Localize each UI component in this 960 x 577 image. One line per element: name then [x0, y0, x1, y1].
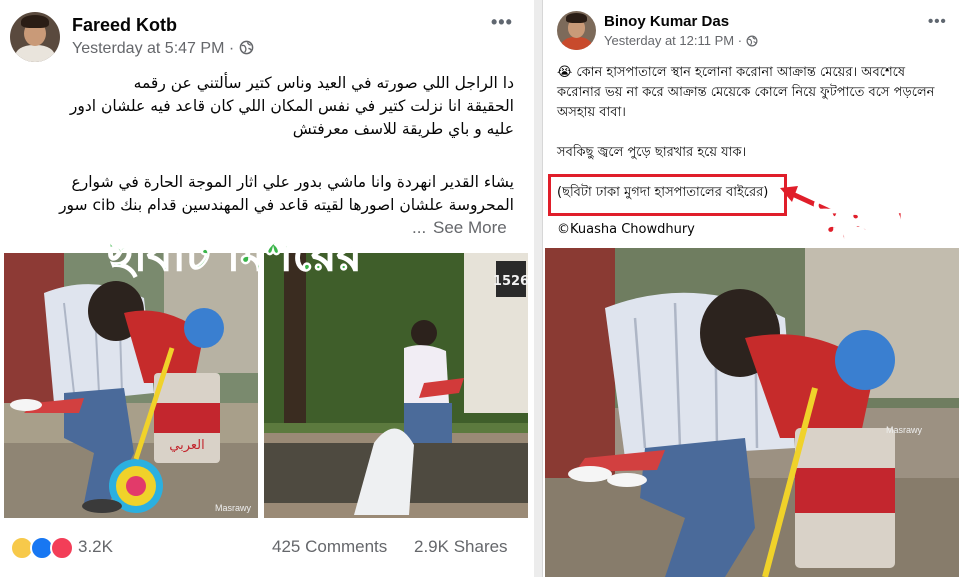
post-text-line-1: دا الراجل اللي صورته في العيد وناس كتير …: [133, 74, 514, 92]
post-text-line-3: অসহায় বাবা।: [557, 105, 626, 120]
post-menu-button[interactable]: •••: [491, 12, 513, 33]
sign-number: 1526: [493, 274, 528, 289]
post-photo[interactable]: [545, 248, 959, 577]
post-divider: [534, 0, 542, 577]
author-name[interactable]: Fareed Kotb: [72, 15, 177, 36]
post-text-line-1: 😭 কোন হাসপাতালে স্থান হলোনা করোনা আক্রান…: [557, 63, 952, 83]
reaction-count[interactable]: 3.2K: [78, 537, 113, 557]
post-text-line-4: সবকিছু জ্বলে পুড়ে ছারখার হয়ে যাক।: [557, 145, 747, 160]
false-claim-overlay-label: মিথ্যা: [811, 197, 908, 252]
bag-label: العربي: [169, 438, 204, 453]
origin-overlay-label: ছবিটি মিশরের: [106, 227, 363, 282]
post-text-line-5: المحروسة علشان اصورها لقيته قاعد في المه…: [59, 196, 514, 214]
author-name[interactable]: Binoy Kumar Das: [604, 13, 729, 30]
post-text-line-2: করোনার ভয় না করে আক্রান্ত মেয়েকে কোলে …: [557, 85, 935, 100]
comments-count[interactable]: 425 Comments: [272, 537, 387, 557]
globe-icon: [746, 35, 758, 47]
crying-emoji-icon: 😭: [557, 65, 573, 80]
see-more-link[interactable]: See More: [433, 218, 507, 238]
separator-dot: ·: [737, 33, 746, 48]
binoy-avatar[interactable]: [557, 11, 596, 50]
love-reaction-icon: [50, 536, 74, 560]
post-timestamp[interactable]: Yesterday at 12:11 PM ·: [604, 33, 758, 48]
post-timestamp[interactable]: Yesterday at 5:47 PM ·: [72, 40, 254, 58]
post-text-line-2: الحقيقة انا نزلت كتير في نفس المكان اللي…: [69, 97, 514, 115]
photo-watermark: Masrawy: [215, 503, 252, 513]
shares-count[interactable]: 2.9K Shares: [414, 537, 508, 557]
post-text-line-1-text: কোন হাসপাতালে স্থান হলোনা করোনা আক্রান্ত…: [576, 65, 906, 80]
highlight-box: [548, 174, 787, 216]
post-text-line-3: عليه و باي طريقة للاسف معرفتش: [292, 120, 514, 138]
timestamp-text[interactable]: Yesterday at 12:11 PM: [604, 33, 734, 48]
globe-icon: [239, 40, 253, 55]
photo-watermark: Masrawy: [886, 425, 923, 435]
timestamp-text[interactable]: Yesterday at 5:47 PM: [72, 40, 224, 57]
ellipsis: ...: [412, 218, 427, 237]
right-facebook-post: Binoy Kumar Das Yesterday at 12:11 PM · …: [542, 0, 960, 577]
post-text-line-4: يشاء القدير انهردة وانا ماشي بدور علي اث…: [71, 173, 514, 191]
separator-dot: ·: [228, 40, 239, 57]
post-menu-button[interactable]: •••: [928, 13, 947, 30]
fareed-avatar[interactable]: [10, 12, 60, 62]
left-facebook-post: Fareed Kotb Yesterday at 5:47 PM · ••• د…: [0, 0, 532, 577]
